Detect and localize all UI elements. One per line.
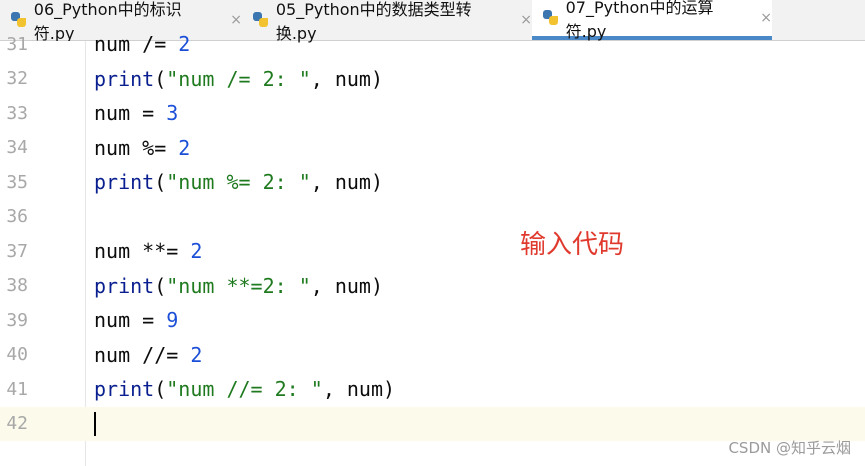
line-number: 35 [6,171,28,193]
code-editor[interactable]: 31 num /= 2 32 print("num /= 2: ", num) 33 nu… [0,32,865,466]
token: , num) [310,273,384,298]
watermark: CSDN @知乎云烟 [728,439,851,457]
code-line[interactable]: 34 num %= 2 [0,131,865,165]
code-line[interactable]: 38 print("num **=2: ", num) [0,269,865,303]
token: , num) [310,66,384,91]
line-number: 34 [6,137,28,158]
text-cursor [94,412,96,437]
current-line[interactable]: 42 [0,406,865,441]
code-text: print("num /= 2: ", num) [94,67,383,91]
code-line[interactable]: 35 print("num %= 2: ", num) [0,165,865,199]
token: num = [94,308,167,332]
token-num: 3 [166,101,179,125]
annotation-text: 输入代码 [520,230,625,260]
token: ( [154,170,167,194]
token: num = [94,101,167,125]
token-kw: print [94,273,155,298]
code-line[interactable]: 36 [0,200,865,234]
line-number: 32 [6,68,28,89]
token-num: 2 [190,239,203,263]
code-line[interactable]: 40 num //= 2 [0,338,865,372]
token-str: "num %= 2: " [166,170,311,194]
token: ( [154,66,167,91]
line-number: 36 [6,206,28,227]
line-number: 39 [6,309,28,331]
line-number: 40 [6,344,28,365]
code-text: num **= 2 [94,239,202,263]
token: num /= [94,32,179,56]
close-icon[interactable]: × [230,12,242,28]
code-text: print("num %= 2: ", num) [94,170,383,194]
token-kw: print [94,170,155,194]
token: ( [154,273,167,298]
line-number: 41 [6,378,28,400]
code-text: num /= 2 [94,32,190,56]
line-number: 33 [6,102,28,124]
token-num: 2 [178,135,191,160]
code-text: print("num //= 2: ", num) [94,377,395,401]
token: num //= [94,342,191,367]
token-kw: print [94,377,155,401]
token-str: "num **=2: " [166,273,311,298]
token-str: "num /= 2: " [166,66,311,91]
python-file-icon [542,9,560,27]
token-kw: print [94,66,155,91]
code-text: num %= 2 [94,136,190,160]
code-line[interactable]: 31 num /= 2 [0,27,865,61]
code-line[interactable]: 39 num = 9 [0,303,865,337]
code-text: print("num **=2: ", num) [94,274,383,298]
token: num **= [94,239,191,263]
token-num: 2 [190,342,203,367]
code-line[interactable]: 41 print("num //= 2: ", num) [0,372,865,406]
close-icon[interactable]: × [760,10,772,26]
token-num: 2 [178,32,191,56]
code-text: num = 3 [94,101,178,125]
token: ( [154,377,167,401]
code-text [94,411,96,437]
line-number: 31 [6,33,28,55]
token: , num) [310,170,384,194]
token-str: "num //= 2: " [166,377,323,401]
code-text: num //= 2 [94,343,202,367]
token-num: 9 [166,308,179,332]
code-line[interactable]: 37 num **= 2 [0,234,865,268]
code-text: num = 9 [94,308,178,332]
token: num %= [94,135,179,160]
close-icon[interactable]: × [520,12,532,28]
token: , num) [322,377,396,401]
code-line[interactable]: 33 num = 3 [0,96,865,130]
code-line[interactable]: 32 print("num /= 2: ", num) [0,62,865,96]
line-number: 37 [6,240,28,262]
line-number: 38 [6,275,28,296]
line-number: 42 [6,413,28,434]
